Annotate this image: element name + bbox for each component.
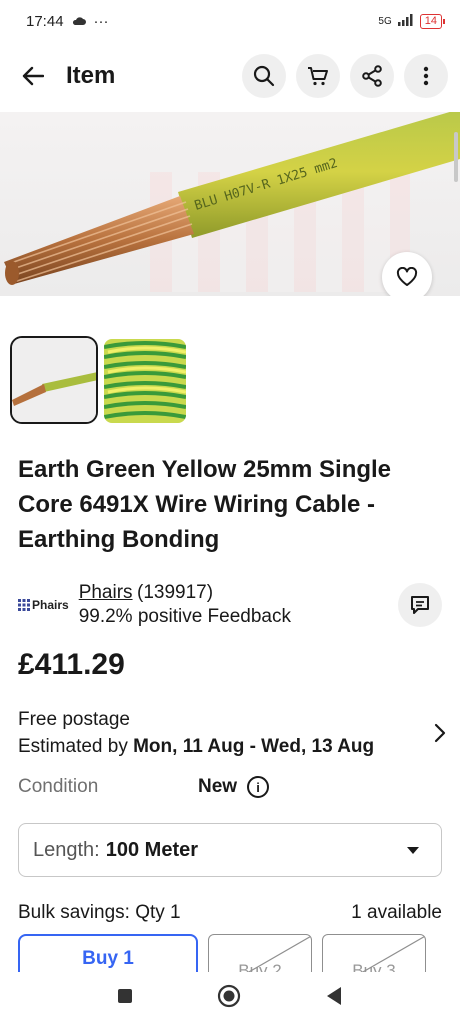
message-icon	[411, 596, 429, 614]
thumbnail-1[interactable]	[10, 336, 98, 424]
buy-1-button[interactable]: Buy 1	[18, 934, 198, 972]
condition-label: Condition	[18, 776, 99, 797]
buy-3-button[interactable]: Buy 3	[322, 934, 426, 972]
thumbnail-2[interactable]	[104, 339, 186, 423]
search-icon	[253, 65, 275, 87]
seller-logo: Phairs	[18, 598, 69, 612]
condition-row: Condition New i	[18, 776, 438, 798]
arrow-left-icon	[22, 66, 44, 86]
estimated-delivery-dates: Mon, 11 Aug - Wed, 13 Aug	[133, 736, 375, 757]
grid-icon	[18, 599, 30, 611]
square-icon	[118, 988, 132, 1003]
app-bar: Item	[0, 48, 460, 104]
seller-name-link[interactable]: Phairs	[79, 582, 133, 603]
chevron-down-icon	[407, 846, 419, 854]
contact-seller-button[interactable]	[398, 583, 442, 627]
length-label: Length:	[33, 838, 100, 861]
back-button[interactable]	[18, 61, 48, 91]
network-label: 5G	[378, 15, 392, 27]
home-button[interactable]	[217, 984, 241, 1013]
item-price: £411.29	[18, 648, 125, 681]
length-value: 100 Meter	[105, 838, 199, 861]
home-circle-icon	[217, 984, 241, 1007]
recents-button[interactable]	[117, 988, 133, 1009]
more-options-button[interactable]	[404, 54, 448, 98]
system-nav-bar	[0, 972, 460, 1024]
estimated-delivery-prefix: Estimated by	[18, 736, 134, 757]
share-icon	[362, 65, 382, 87]
page-title: Item	[66, 62, 116, 89]
back-nav-button[interactable]	[325, 986, 343, 1011]
available-quantity: 1 available	[351, 902, 442, 923]
bulk-savings-row: Bulk savings: Qty 1 1 available	[18, 902, 442, 924]
watchlist-button[interactable]	[382, 252, 432, 296]
length-select[interactable]: Length: 100 Meter	[18, 823, 442, 877]
chevron-right-icon	[434, 723, 446, 743]
signal-icon	[397, 13, 414, 29]
cloud-icon	[72, 13, 86, 30]
cart-button[interactable]	[296, 54, 340, 98]
quantity-options: Buy 1 Buy 2 Buy 3	[18, 934, 442, 972]
seller-logo-text: Phairs	[32, 598, 69, 612]
info-icon[interactable]: i	[247, 776, 270, 798]
product-image[interactable]: BLU H07V-R 1X25 mm2	[0, 112, 460, 296]
seller-feedback: 99.2% positive Feedback	[78, 606, 291, 627]
battery-icon: 14	[419, 13, 446, 29]
triangle-back-icon	[327, 986, 341, 1005]
seller-feedback-count: (139917)	[137, 582, 214, 603]
more-notifications-icon: ···	[93, 12, 109, 30]
status-bar: 17:44 ··· 5G 14	[0, 0, 460, 42]
image-scroll-indicator	[454, 132, 458, 182]
share-button[interactable]	[350, 54, 394, 98]
more-vertical-icon	[423, 66, 429, 86]
heart-icon	[396, 267, 418, 286]
cart-icon	[308, 67, 328, 86]
buy-2-button[interactable]: Buy 2	[208, 934, 312, 972]
condition-value: New	[198, 776, 238, 797]
thumbnail-strip	[10, 336, 186, 424]
status-time: 17:44	[26, 12, 64, 30]
search-button[interactable]	[242, 54, 286, 98]
postage-label: Free postage	[18, 709, 130, 730]
postage-row[interactable]: Free postage Estimated by Mon, 11 Aug - …	[18, 706, 446, 760]
item-title: Earth Green Yellow 25mm Single Core 6491…	[18, 456, 392, 553]
seller-section: Phairs Phairs (139917) 99.2% positive Fe…	[18, 578, 442, 632]
bulk-savings-label: Bulk savings: Qty 1	[18, 902, 181, 923]
